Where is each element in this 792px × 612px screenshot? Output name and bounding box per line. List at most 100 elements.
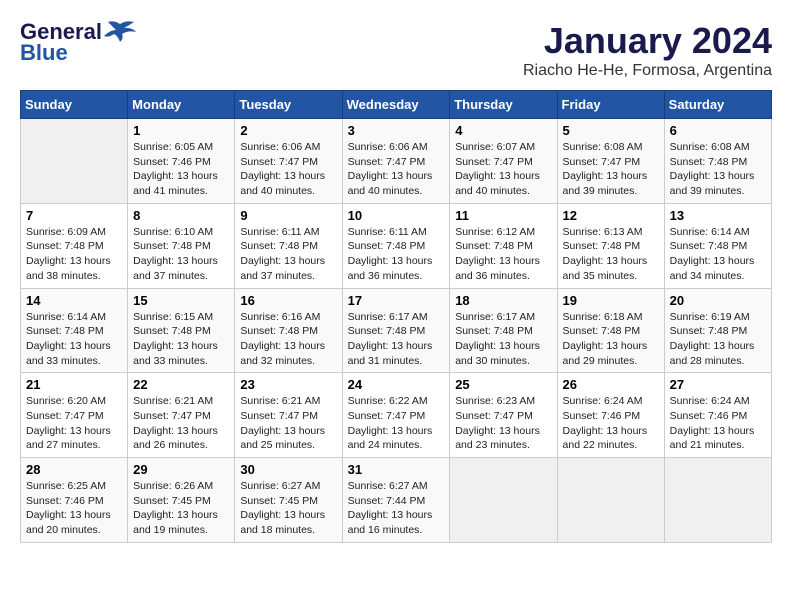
calendar-cell: 17Sunrise: 6:17 AMSunset: 7:48 PMDayligh…: [342, 288, 450, 373]
calendar-cell: 28Sunrise: 6:25 AMSunset: 7:46 PMDayligh…: [21, 458, 128, 543]
calendar-week-row: 21Sunrise: 6:20 AMSunset: 7:47 PMDayligh…: [21, 373, 772, 458]
calendar-cell: 10 Sunrise: 6:11 AMSunset: 7:48 PMDayligh…: [342, 203, 450, 288]
calendar-cell: 2 Sunrise: 6:06 AMSunset: 7:47 PMDaylight…: [235, 119, 342, 204]
logo: General Blue: [20, 20, 136, 66]
day-number: 21: [26, 377, 122, 392]
day-info: Sunrise: 6:11 AMSunset: 7:48 PMDaylight:…: [348, 225, 445, 284]
calendar-cell: 15 Sunrise: 6:15 AMSunset: 7:48 PMDayligh…: [128, 288, 235, 373]
calendar-table: SundayMondayTuesdayWednesdayThursdayFrid…: [20, 90, 772, 543]
calendar-cell: [557, 458, 664, 543]
day-info: Sunrise: 6:19 AMSunset: 7:48 PMDaylight:…: [670, 310, 766, 369]
calendar-body: 1Sunrise: 6:05 AMSunset: 7:46 PMDaylight…: [21, 119, 772, 543]
calendar-cell: 26 Sunrise: 6:24 AMSunset: 7:46 PMDayligh…: [557, 373, 664, 458]
calendar-cell: 12 Sunrise: 6:13 AMSunset: 7:48 PMDayligh…: [557, 203, 664, 288]
calendar-cell: 18 Sunrise: 6:17 AMSunset: 7:48 PMDayligh…: [450, 288, 557, 373]
calendar-week-row: 1Sunrise: 6:05 AMSunset: 7:46 PMDaylight…: [21, 119, 772, 204]
day-number: 31: [348, 462, 445, 477]
day-info: Sunrise: 6:08 AMSunset: 7:48 PMDaylight:…: [670, 140, 766, 199]
day-number: 25: [455, 377, 551, 392]
day-number: 16: [240, 293, 336, 308]
calendar-cell: 20 Sunrise: 6:19 AMSunset: 7:48 PMDayligh…: [664, 288, 771, 373]
calendar-cell: 6 Sunrise: 6:08 AMSunset: 7:48 PMDaylight…: [664, 119, 771, 204]
calendar-cell: 7Sunrise: 6:09 AMSunset: 7:48 PMDaylight…: [21, 203, 128, 288]
weekday-header-sunday: Sunday: [21, 91, 128, 119]
day-number: 20: [670, 293, 766, 308]
day-number: 7: [26, 208, 122, 223]
calendar-cell: 1Sunrise: 6:05 AMSunset: 7:46 PMDaylight…: [128, 119, 235, 204]
calendar-week-row: 28Sunrise: 6:25 AMSunset: 7:46 PMDayligh…: [21, 458, 772, 543]
calendar-cell: 16 Sunrise: 6:16 AMSunset: 7:48 PMDayligh…: [235, 288, 342, 373]
day-info: Sunrise: 6:27 AMSunset: 7:44 PMDaylight:…: [348, 479, 445, 538]
day-info: Sunrise: 6:24 AMSunset: 7:46 PMDaylight:…: [563, 394, 659, 453]
day-number: 24: [348, 377, 445, 392]
day-info: Sunrise: 6:13 AMSunset: 7:48 PMDaylight:…: [563, 225, 659, 284]
calendar-cell: 24 Sunrise: 6:22 AMSunset: 7:47 PMDayligh…: [342, 373, 450, 458]
day-number: 28: [26, 462, 122, 477]
day-info: Sunrise: 6:06 AMSunset: 7:47 PMDaylight:…: [348, 140, 445, 199]
weekday-header-friday: Friday: [557, 91, 664, 119]
calendar-cell: [664, 458, 771, 543]
calendar-cell: 23Sunrise: 6:21 AMSunset: 7:47 PMDayligh…: [235, 373, 342, 458]
day-info: Sunrise: 6:17 AMSunset: 7:48 PMDaylight:…: [455, 310, 551, 369]
day-number: 8: [133, 208, 229, 223]
calendar-cell: 11Sunrise: 6:12 AMSunset: 7:48 PMDayligh…: [450, 203, 557, 288]
day-info: Sunrise: 6:14 AMSunset: 7:48 PMDaylight:…: [26, 310, 122, 369]
calendar-cell: 22 Sunrise: 6:21 AMSunset: 7:47 PMDayligh…: [128, 373, 235, 458]
weekday-header-saturday: Saturday: [664, 91, 771, 119]
logo-bird-icon: [104, 20, 136, 42]
weekday-header-thursday: Thursday: [450, 91, 557, 119]
day-number: 27: [670, 377, 766, 392]
calendar-cell: 27Sunrise: 6:24 AMSunset: 7:46 PMDayligh…: [664, 373, 771, 458]
logo-blue-text: Blue: [20, 40, 68, 66]
day-number: 9: [240, 208, 336, 223]
calendar-cell: 14 Sunrise: 6:14 AMSunset: 7:48 PMDayligh…: [21, 288, 128, 373]
day-info: Sunrise: 6:17 AMSunset: 7:48 PMDaylight:…: [348, 310, 445, 369]
calendar-cell: 25Sunrise: 6:23 AMSunset: 7:47 PMDayligh…: [450, 373, 557, 458]
day-info: Sunrise: 6:10 AMSunset: 7:48 PMDaylight:…: [133, 225, 229, 284]
day-info: Sunrise: 6:11 AMSunset: 7:48 PMDaylight:…: [240, 225, 336, 284]
day-info: Sunrise: 6:22 AMSunset: 7:47 PMDaylight:…: [348, 394, 445, 453]
day-info: Sunrise: 6:07 AMSunset: 7:47 PMDaylight:…: [455, 140, 551, 199]
day-number: 13: [670, 208, 766, 223]
calendar-cell: 9 Sunrise: 6:11 AMSunset: 7:48 PMDaylight…: [235, 203, 342, 288]
day-number: 23: [240, 377, 336, 392]
calendar-cell: 4 Sunrise: 6:07 AMSunset: 7:47 PMDaylight…: [450, 119, 557, 204]
calendar-cell: 5 Sunrise: 6:08 AMSunset: 7:47 PMDaylight…: [557, 119, 664, 204]
calendar-week-row: 7Sunrise: 6:09 AMSunset: 7:48 PMDaylight…: [21, 203, 772, 288]
day-number: 14: [26, 293, 122, 308]
day-info: Sunrise: 6:16 AMSunset: 7:48 PMDaylight:…: [240, 310, 336, 369]
day-number: 2: [240, 123, 336, 138]
day-number: 1: [133, 123, 229, 138]
day-number: 12: [563, 208, 659, 223]
calendar-cell: 13 Sunrise: 6:14 AMSunset: 7:48 PMDayligh…: [664, 203, 771, 288]
day-number: 19: [563, 293, 659, 308]
day-number: 18: [455, 293, 551, 308]
calendar-cell: 30 Sunrise: 6:27 AMSunset: 7:45 PMDayligh…: [235, 458, 342, 543]
day-info: Sunrise: 6:14 AMSunset: 7:48 PMDaylight:…: [670, 225, 766, 284]
day-number: 5: [563, 123, 659, 138]
day-number: 30: [240, 462, 336, 477]
day-number: 6: [670, 123, 766, 138]
calendar-week-row: 14 Sunrise: 6:14 AMSunset: 7:48 PMDayligh…: [21, 288, 772, 373]
day-number: 15: [133, 293, 229, 308]
month-title: January 2024: [523, 20, 772, 62]
day-number: 3: [348, 123, 445, 138]
weekday-header-wednesday: Wednesday: [342, 91, 450, 119]
day-info: Sunrise: 6:15 AMSunset: 7:48 PMDaylight:…: [133, 310, 229, 369]
calendar-cell: 3 Sunrise: 6:06 AMSunset: 7:47 PMDaylight…: [342, 119, 450, 204]
weekday-header-tuesday: Tuesday: [235, 91, 342, 119]
location-subtitle: Riacho He-He, Formosa, Argentina: [523, 62, 772, 80]
calendar-cell: 19Sunrise: 6:18 AMSunset: 7:48 PMDayligh…: [557, 288, 664, 373]
calendar-cell: [450, 458, 557, 543]
day-number: 10: [348, 208, 445, 223]
day-info: Sunrise: 6:06 AMSunset: 7:47 PMDaylight:…: [240, 140, 336, 199]
day-info: Sunrise: 6:08 AMSunset: 7:47 PMDaylight:…: [563, 140, 659, 199]
page-header: General Blue January 2024 Riacho He-He, …: [20, 20, 772, 80]
day-info: Sunrise: 6:27 AMSunset: 7:45 PMDaylight:…: [240, 479, 336, 538]
day-info: Sunrise: 6:21 AMSunset: 7:47 PMDaylight:…: [133, 394, 229, 453]
day-number: 26: [563, 377, 659, 392]
day-info: Sunrise: 6:26 AMSunset: 7:45 PMDaylight:…: [133, 479, 229, 538]
day-number: 4: [455, 123, 551, 138]
title-block: January 2024 Riacho He-He, Formosa, Arge…: [523, 20, 772, 80]
day-number: 22: [133, 377, 229, 392]
